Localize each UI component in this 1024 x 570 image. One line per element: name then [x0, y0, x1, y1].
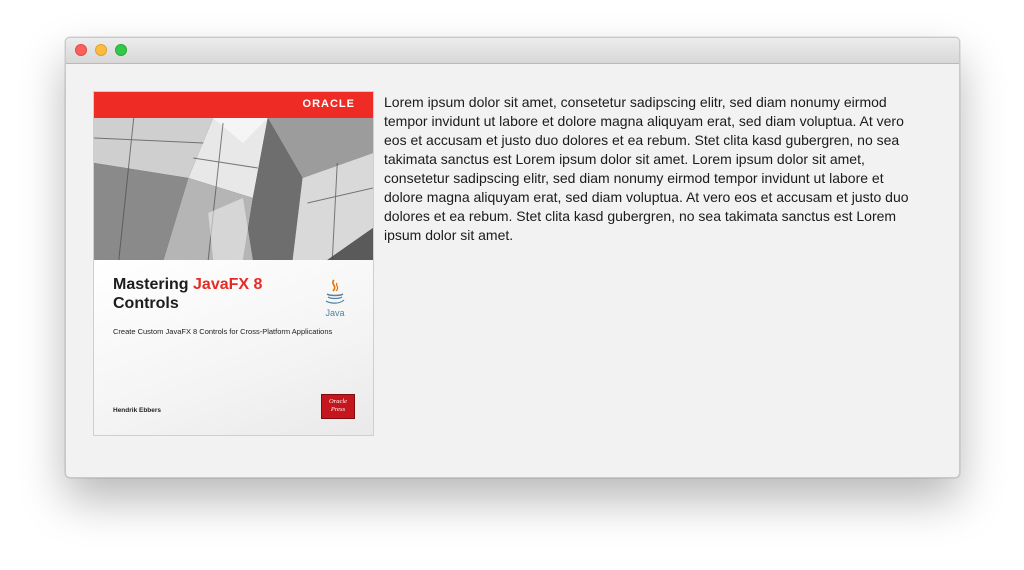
minimize-window-button[interactable]: [95, 44, 107, 56]
book-title-part2: Controls: [113, 295, 179, 312]
zoom-window-button[interactable]: [115, 44, 127, 56]
book-title-part1: Mastering: [113, 276, 194, 293]
oracle-press-badge: Oracle Press: [321, 394, 355, 419]
cover-top-band: ORACLE: [94, 92, 373, 118]
press-badge-line2: Press: [330, 406, 346, 413]
book-title-accent: JavaFX 8: [193, 276, 263, 293]
java-logo-icon: Java: [325, 279, 345, 318]
book-cover-image: ORACLE Mastering JavaFX 8 Controls Java …: [93, 91, 374, 436]
close-window-button[interactable]: [75, 44, 87, 56]
book-subtitle: Create Custom JavaFX 8 Controls for Cros…: [113, 327, 333, 336]
java-logo-text: Java: [325, 308, 344, 318]
oracle-logo: ORACLE: [302, 98, 355, 110]
book-author: Hendrik Ebbers: [113, 407, 162, 414]
title-bar[interactable]: [66, 38, 959, 64]
press-badge-line1: Oracle: [328, 398, 348, 405]
lorem-paragraph: Lorem ipsum dolor sit amet, consetetur s…: [384, 94, 909, 243]
architecture-photo: [94, 118, 373, 260]
book-title: Mastering JavaFX 8 Controls: [113, 275, 313, 313]
window-content: ORACLE Mastering JavaFX 8 Controls Java …: [66, 64, 959, 477]
app-window: ORACLE Mastering JavaFX 8 Controls Java …: [65, 37, 960, 478]
